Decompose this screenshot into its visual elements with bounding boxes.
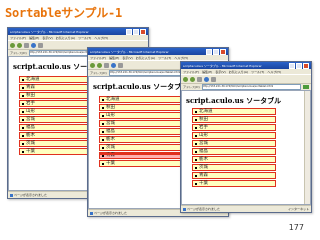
refresh-icon[interactable] <box>204 76 209 82</box>
list-item[interactable]: 岩手 <box>192 124 276 131</box>
slide-title: Sortableサンプル-1 <box>5 6 123 20</box>
refresh-icon[interactable] <box>111 62 116 68</box>
address-label: アドレス(D) <box>183 85 200 89</box>
page-heading: script.aculo.us ソータブル <box>186 96 282 105</box>
address-label: アドレス(D) <box>10 51 27 55</box>
close-icon[interactable] <box>140 28 146 35</box>
maximize-icon[interactable] <box>213 48 219 55</box>
menu-help[interactable]: ヘルプ(H) <box>267 70 281 74</box>
scrollbar[interactable] <box>304 91 310 204</box>
minimize-icon[interactable] <box>126 28 132 35</box>
toolbar <box>181 74 311 84</box>
back-icon[interactable] <box>10 42 15 48</box>
menu-help[interactable]: ヘルプ(H) <box>174 56 188 60</box>
sortable-list: 北海道 秋田 岩手 山形 宮城 福島 栃木 茨城 青森 千葉 <box>192 108 276 188</box>
stop-icon[interactable] <box>104 62 109 68</box>
close-icon[interactable] <box>303 62 309 69</box>
list-item[interactable]: 福島 <box>192 148 276 155</box>
address-label: アドレス(D) <box>90 71 107 75</box>
menu-edit[interactable]: 編集(E) <box>109 56 119 60</box>
maximize-icon[interactable] <box>133 28 139 35</box>
maximize-icon[interactable] <box>296 62 302 69</box>
back-icon[interactable] <box>90 62 95 68</box>
menu-view[interactable]: 表示(V) <box>42 36 52 40</box>
menu-view[interactable]: 表示(V) <box>122 56 132 60</box>
menu-help[interactable]: ヘルプ(H) <box>94 36 108 40</box>
list-item[interactable]: 秋田 <box>192 116 276 123</box>
menu-file[interactable]: ファイル(F) <box>90 56 106 60</box>
menu-file[interactable]: ファイル(F) <box>10 36 26 40</box>
close-icon[interactable] <box>220 48 226 55</box>
refresh-icon[interactable] <box>31 42 36 48</box>
list-item[interactable]: 北海道 <box>192 108 276 115</box>
internet-zone: インターネット <box>287 207 309 211</box>
menu-tools[interactable]: ツール(T) <box>251 70 264 74</box>
menu-favorites[interactable]: お気に入り(A) <box>136 56 155 60</box>
page-done-icon <box>183 207 186 211</box>
menu-tools[interactable]: ツール(T) <box>158 56 171 60</box>
forward-icon[interactable] <box>190 76 195 82</box>
title-bar[interactable]: scriptaculous ソータブル - Microsoft Internet… <box>88 48 228 55</box>
home-icon[interactable] <box>118 62 123 68</box>
page-done-icon <box>90 211 93 215</box>
minimize-icon[interactable] <box>206 48 212 55</box>
go-button[interactable] <box>303 85 309 89</box>
list-item[interactable]: 栃木 <box>192 156 276 163</box>
home-icon[interactable] <box>211 76 216 82</box>
page-heading: script.aculo.us ソータブル <box>93 82 189 91</box>
menu-favorites[interactable]: お気に入り(A) <box>229 70 248 74</box>
list-item[interactable]: 山形 <box>192 132 276 139</box>
menu-edit[interactable]: 編集(E) <box>202 70 212 74</box>
back-icon[interactable] <box>183 76 188 82</box>
page-number: 177 <box>288 223 304 232</box>
window-title: scriptaculous ソータブル - Microsoft Internet… <box>90 49 169 54</box>
forward-icon[interactable] <box>17 42 22 48</box>
menu-edit[interactable]: 編集(E) <box>29 36 39 40</box>
forward-icon[interactable] <box>97 62 102 68</box>
status-bar: ページが表示されました インターネット <box>181 205 311 212</box>
window-title: scriptaculous ソータブル - Microsoft Internet… <box>10 29 89 34</box>
menu-favorites[interactable]: お気に入り(A) <box>56 36 75 40</box>
page-content: script.aculo.us ソータブル 北海道 秋田 岩手 山形 宮城 福島… <box>181 90 311 205</box>
browser-window-result: scriptaculous ソータブル - Microsoft Internet… <box>180 61 312 213</box>
title-bar[interactable]: scriptaculous ソータブル - Microsoft Internet… <box>8 28 148 35</box>
status-text: ページが表示されました <box>187 207 220 211</box>
menu-file[interactable]: ファイル(F) <box>183 70 199 74</box>
list-item[interactable]: 青森 <box>192 172 276 179</box>
list-item[interactable]: 茨城 <box>192 164 276 171</box>
window-title: scriptaculous ソータブル - Microsoft Internet… <box>183 63 262 68</box>
menu-tools[interactable]: ツール(T) <box>78 36 91 40</box>
list-item[interactable]: 宮城 <box>192 140 276 147</box>
home-icon[interactable] <box>38 42 43 48</box>
title-bar[interactable]: scriptaculous ソータブル - Microsoft Internet… <box>181 62 311 69</box>
menu-view[interactable]: 表示(V) <box>215 70 225 74</box>
list-item[interactable]: 千葉 <box>192 180 276 187</box>
minimize-icon[interactable] <box>289 62 295 69</box>
page-done-icon <box>10 193 13 197</box>
stop-icon[interactable] <box>197 76 202 82</box>
stop-icon[interactable] <box>24 42 29 48</box>
